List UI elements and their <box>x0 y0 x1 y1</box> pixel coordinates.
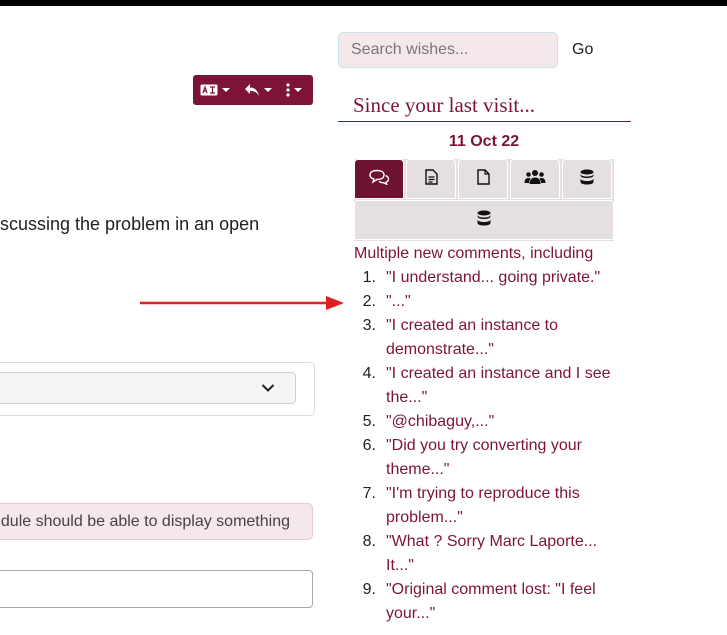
more-actions-button[interactable] <box>279 75 309 105</box>
comment-textarea[interactable] <box>0 570 313 608</box>
list-item: 6. "Did you try converting your theme..." <box>354 434 624 482</box>
list-item: 3. "I created an instance to demonstrate.… <box>354 314 624 362</box>
list-item: 5. "@chibaguy,..." <box>354 410 624 434</box>
database-icon <box>580 169 594 190</box>
comment-link[interactable]: "..." <box>386 293 411 310</box>
list-number: 4. <box>362 365 376 382</box>
tab-files[interactable] <box>458 159 508 199</box>
since-last-visit-heading: Since your last visit... <box>353 93 535 117</box>
dropdown-select[interactable] <box>0 372 296 404</box>
comment-link[interactable]: "@chibaguy,..." <box>386 413 494 430</box>
translate-icon <box>200 84 218 96</box>
chevron-down-icon <box>294 88 302 92</box>
list-number: 3. <box>362 317 376 334</box>
tab-database-2[interactable] <box>354 200 614 240</box>
file-icon <box>476 168 490 190</box>
reply-button[interactable] <box>237 75 279 105</box>
list-number: 6. <box>362 437 376 454</box>
list-number: 8. <box>362 533 376 550</box>
alert-text: dule should be able to display something <box>0 513 290 530</box>
heading-divider <box>338 121 631 122</box>
annotation-arrow <box>140 296 344 310</box>
list-item: 8. "What ? Sorry Marc Laporte... It..." <box>354 530 624 578</box>
list-number: 7. <box>362 485 376 502</box>
chevron-down-icon <box>264 88 272 92</box>
document-text-icon <box>424 168 438 190</box>
activity-tabs <box>354 159 614 241</box>
comments-summary: Multiple new comments, including <box>354 245 594 262</box>
list-number: 9. <box>362 581 376 598</box>
users-icon <box>524 169 546 190</box>
tab-documents[interactable] <box>406 159 456 199</box>
comment-link[interactable]: "I created an instance and I see the..." <box>386 365 611 406</box>
list-item: 4. "I created an instance and I see the..… <box>354 362 624 410</box>
list-item: 9. "Original comment lost: "I feel your..… <box>354 578 624 626</box>
list-number: 2. <box>362 293 376 310</box>
chevron-down-icon <box>261 380 275 398</box>
chevron-down-icon <box>222 88 230 92</box>
comment-link[interactable]: "Original comment lost: "I feel your..." <box>386 581 596 622</box>
top-bar <box>0 0 727 6</box>
comments-icon <box>368 169 390 190</box>
visit-date: 11 Oct 22 <box>448 133 520 150</box>
go-button[interactable]: Go <box>572 41 593 59</box>
search-input[interactable] <box>338 32 558 68</box>
list-number: 5. <box>362 413 376 430</box>
comment-link[interactable]: "What ? Sorry Marc Laporte... It..." <box>386 533 597 574</box>
more-vertical-icon <box>286 83 290 97</box>
tab-comments[interactable] <box>354 159 404 199</box>
list-item: 7. "I'm trying to reproduce this problem.… <box>354 482 624 530</box>
info-alert: dule should be able to display something <box>0 503 313 540</box>
comment-link[interactable]: "Did you try converting your theme..." <box>386 437 582 478</box>
recent-comments-list: 1. "I understand... going private." 2. "..… <box>354 266 624 626</box>
list-number: 1. <box>362 269 376 286</box>
comment-link[interactable]: "I understand... going private." <box>386 269 600 286</box>
wish-toolbar <box>193 75 313 105</box>
comment-link[interactable]: "I created an instance to demonstrate...… <box>386 317 558 358</box>
reply-icon <box>244 83 260 97</box>
database-icon <box>477 210 491 231</box>
tab-users[interactable] <box>510 159 560 199</box>
comment-link[interactable]: "I'm trying to reproduce this problem...… <box>386 485 580 526</box>
list-item: 1. "I understand... going private." <box>354 266 624 290</box>
tab-database[interactable] <box>562 159 612 199</box>
list-item: 2. "..." <box>354 290 624 314</box>
translate-button[interactable] <box>193 75 237 105</box>
wish-description-text: scussing the problem in an open <box>0 214 260 234</box>
